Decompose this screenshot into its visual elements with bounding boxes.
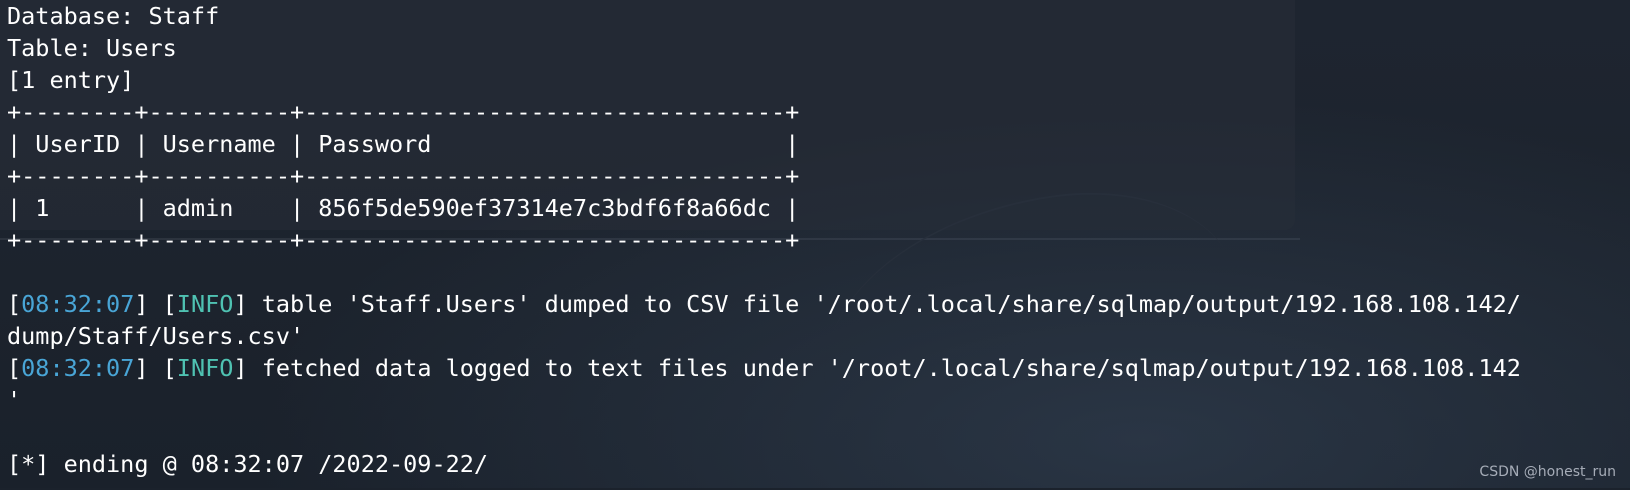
database-line: Database: Staff <box>7 2 220 30</box>
table-border-middle: +--------+----------+-------------------… <box>7 162 800 190</box>
ending-line: [*] ending @ 08:32:07 /2022-09-22/ <box>7 450 489 478</box>
log-level: INFO <box>176 290 234 318</box>
log-line-text-files-continuation: ' <box>7 386 22 414</box>
log-message: fetched data logged to text files under … <box>247 354 1521 382</box>
terminal-output[interactable]: Database: Staff Table: Users [1 entry] +… <box>7 0 1521 480</box>
log-line-csv-dump: [08:32:07] [INFO] table 'Staff.Users' du… <box>7 290 1521 318</box>
csdn-watermark: CSDN @honest_run <box>1479 464 1616 480</box>
log-line-text-files: [08:32:07] [INFO] fetched data logged to… <box>7 354 1521 382</box>
table-border-bottom: +--------+----------+-------------------… <box>7 226 800 254</box>
table-border-top: +--------+----------+-------------------… <box>7 98 800 126</box>
table-header-row: | UserID | Username | Password | <box>7 130 800 158</box>
log-timestamp: 08:32:07 <box>21 354 135 382</box>
table-data-row: | 1 | admin | 856f5de590ef37314e7c3bdf6f… <box>7 194 800 222</box>
entry-count-line: [1 entry] <box>7 66 135 94</box>
log-timestamp: 08:32:07 <box>21 290 135 318</box>
log-level: INFO <box>176 354 234 382</box>
log-line-csv-dump-continuation: dump/Staff/Users.csv' <box>7 322 305 350</box>
table-name-line: Table: Users <box>7 34 177 62</box>
log-message: table 'Staff.Users' dumped to CSV file '… <box>247 290 1521 318</box>
